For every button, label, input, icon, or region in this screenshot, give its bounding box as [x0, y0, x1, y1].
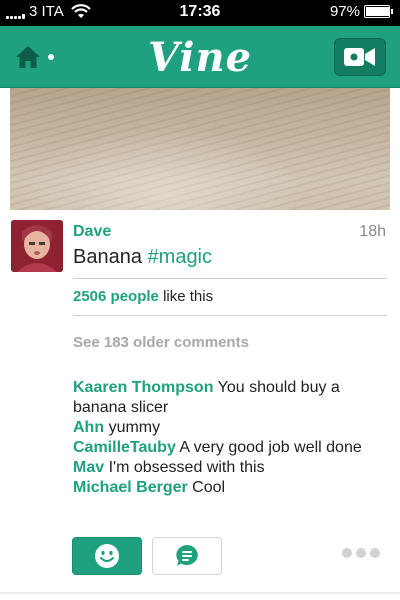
more-dot	[356, 548, 366, 558]
comment-item: CamilleTauby A very good job well done	[73, 438, 373, 458]
comments-list: Kaaren Thompson You should buy a banana …	[73, 378, 373, 498]
post-author[interactable]: Dave	[73, 223, 111, 241]
comment-author[interactable]: Mav	[73, 459, 104, 476]
bottom-divider	[0, 592, 400, 594]
battery-percent: 97%	[329, 3, 360, 20]
post-time: 18h	[359, 223, 386, 240]
status-right: 97%	[329, 3, 393, 20]
battery-fill	[366, 7, 390, 16]
likes-summary: 2506 people like this	[73, 288, 213, 305]
caption-hashtag[interactable]: #magic	[148, 246, 212, 268]
comment-text: Cool	[192, 479, 226, 496]
comment-item: Kaaren Thompson You should buy a banana …	[73, 378, 373, 418]
comment-button[interactable]	[152, 537, 222, 575]
avatar-image	[11, 220, 63, 272]
comment-text: A very good job well done	[179, 439, 362, 456]
video-camera-icon	[344, 48, 375, 66]
comment-bubble-icon	[176, 545, 198, 566]
comment-text: yummy	[108, 419, 161, 436]
comment-author[interactable]: Michael Berger	[73, 479, 188, 496]
camera-button[interactable]	[334, 38, 386, 76]
video-player[interactable]	[10, 88, 390, 210]
post-caption: Banana #magic	[73, 246, 212, 269]
more-dot	[342, 548, 352, 558]
comment-text: I'm obsessed with this	[108, 459, 265, 476]
smiley-icon	[95, 544, 119, 568]
more-options-button[interactable]	[342, 548, 380, 558]
divider	[73, 315, 387, 316]
like-button[interactable]	[72, 537, 142, 575]
caption-text: Banana	[73, 246, 142, 268]
comment-item: Mav I'm obsessed with this	[73, 458, 373, 478]
divider	[73, 278, 387, 279]
comment-item: Ahn yummy	[73, 418, 373, 438]
battery-icon	[364, 5, 393, 18]
comment-author[interactable]: Ahn	[73, 419, 104, 436]
likes-suffix: like this	[163, 288, 214, 305]
nav-bar: Vine	[0, 26, 400, 88]
comment-item: Michael Berger Cool	[73, 478, 373, 498]
likes-count[interactable]: 2506 people	[73, 288, 159, 305]
see-older-comments-link[interactable]: See 183 older comments	[73, 334, 249, 351]
comment-author[interactable]: CamilleTauby	[73, 439, 176, 456]
avatar[interactable]	[11, 220, 63, 272]
status-bar: 3 ITA 17:36 97%	[0, 0, 400, 26]
comment-author[interactable]: Kaaren Thompson	[73, 379, 213, 396]
more-dot	[370, 548, 380, 558]
